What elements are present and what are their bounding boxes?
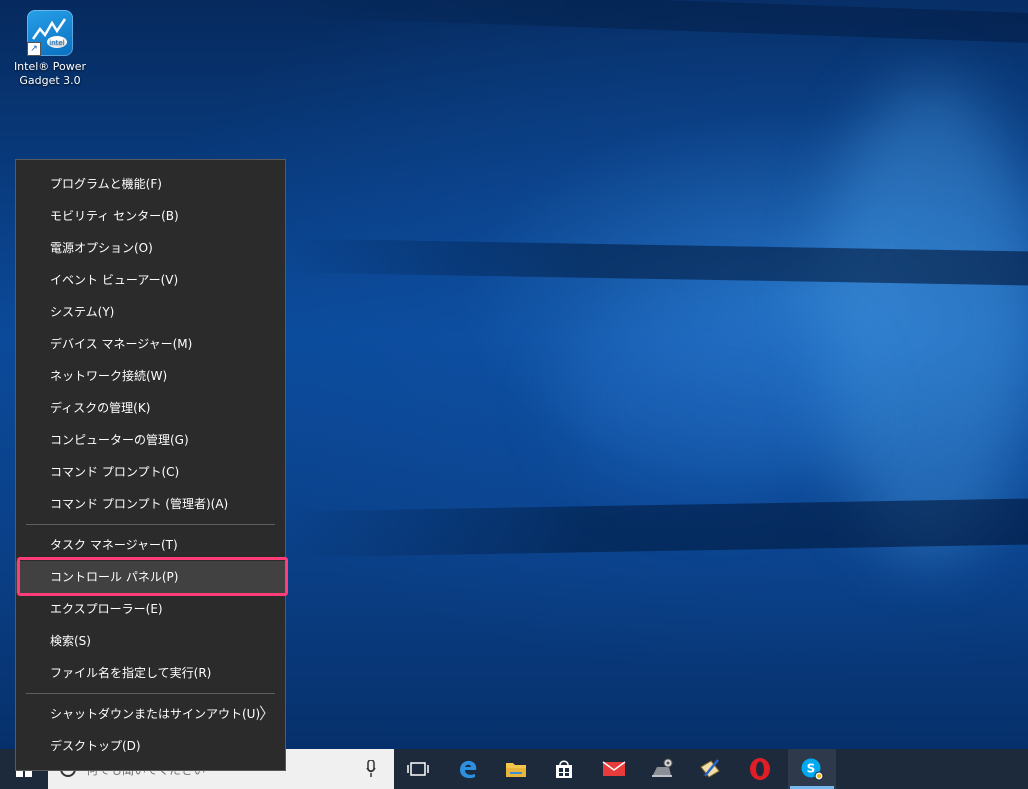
chevron-right-icon: 〉	[258, 704, 275, 723]
winx-context-menu: プログラムと機能(F) モビリティ センター(B) 電源オプション(O) イベン…	[15, 159, 286, 771]
menu-group-1: プログラムと機能(F) モビリティ センター(B) 電源オプション(O) イベン…	[16, 160, 285, 520]
intel-power-gadget-icon: intel ↗	[27, 10, 73, 56]
menu-item-explorer[interactable]: エクスプローラー(E)	[16, 593, 285, 625]
taskbar-mail-button[interactable]	[590, 749, 638, 789]
wallpaper-beam	[280, 0, 1028, 44]
desktop-icon-intel-power-gadget[interactable]: intel ↗ Intel® Power Gadget 3.0	[8, 8, 92, 88]
menu-item-disk-management[interactable]: ディスクの管理(K)	[16, 392, 285, 424]
microphone-icon	[366, 760, 376, 777]
folder-icon	[506, 763, 526, 777]
wallpaper-glow	[560, 300, 860, 500]
menu-item-device-manager[interactable]: デバイス マネージャー(M)	[16, 328, 285, 360]
taskbar-file-explorer-button[interactable]	[492, 749, 540, 789]
shortcut-arrow-icon: ↗	[27, 42, 41, 56]
menu-item-mobility-center[interactable]: モビリティ センター(B)	[16, 200, 285, 232]
taskbar-store-button[interactable]	[540, 749, 588, 789]
menu-group-3: シャットダウンまたはサインアウト(U) 〉 デスクトップ(D)	[16, 698, 285, 762]
taskbar-app-button[interactable]	[686, 749, 734, 789]
menu-item-power-options[interactable]: 電源オプション(O)	[16, 232, 285, 264]
menu-separator	[26, 693, 275, 694]
skype-icon: S	[801, 758, 824, 781]
menu-separator	[26, 524, 275, 525]
wallpaper-glow	[820, 80, 1028, 560]
menu-item-event-viewer[interactable]: イベント ビューアー(V)	[16, 264, 285, 296]
menu-item-command-prompt[interactable]: コマンド プロンプト(C)	[16, 456, 285, 488]
opera-icon	[750, 758, 770, 780]
menu-item-desktop[interactable]: デスクトップ(D)	[16, 730, 285, 762]
document-pen-icon	[700, 759, 720, 779]
menu-item-search[interactable]: 検索(S)	[16, 625, 285, 657]
laptop-settings-icon	[652, 758, 673, 777]
task-view-icon	[407, 762, 429, 776]
taskbar-edge-button[interactable]	[444, 749, 492, 789]
task-view-button[interactable]	[394, 749, 442, 789]
taskbar-opera-button[interactable]	[736, 749, 784, 789]
annotation-highlight-box	[17, 557, 288, 596]
menu-item-programs-features[interactable]: プログラムと機能(F)	[16, 168, 285, 200]
menu-item-network-connections[interactable]: ネットワーク接続(W)	[16, 360, 285, 392]
menu-group-2: タスク マネージャー(T) コントロール パネル(P) エクスプローラー(E) …	[16, 529, 285, 689]
svg-text:S: S	[807, 762, 816, 776]
taskbar-skype-button[interactable]: S	[788, 749, 836, 789]
menu-item-command-prompt-admin[interactable]: コマンド プロンプト (管理者)(A)	[16, 488, 285, 520]
menu-item-run[interactable]: ファイル名を指定して実行(R)	[16, 657, 285, 689]
intel-logo-text: intel	[49, 39, 64, 47]
menu-item-computer-management[interactable]: コンピューターの管理(G)	[16, 424, 285, 456]
mail-icon	[602, 761, 626, 776]
store-icon	[556, 760, 572, 778]
menu-item-label: シャットダウンまたはサインアウト(U)	[50, 707, 261, 721]
menu-item-shutdown-signout[interactable]: シャットダウンまたはサインアウト(U) 〉	[16, 698, 285, 730]
desktop-icon-label-line2: Gadget 3.0	[19, 74, 81, 87]
menu-item-system[interactable]: システム(Y)	[16, 296, 285, 328]
desktop-icon-label-line1: Intel® Power	[13, 60, 87, 73]
edge-icon	[460, 760, 477, 779]
taskbar-app-button[interactable]	[638, 749, 686, 789]
